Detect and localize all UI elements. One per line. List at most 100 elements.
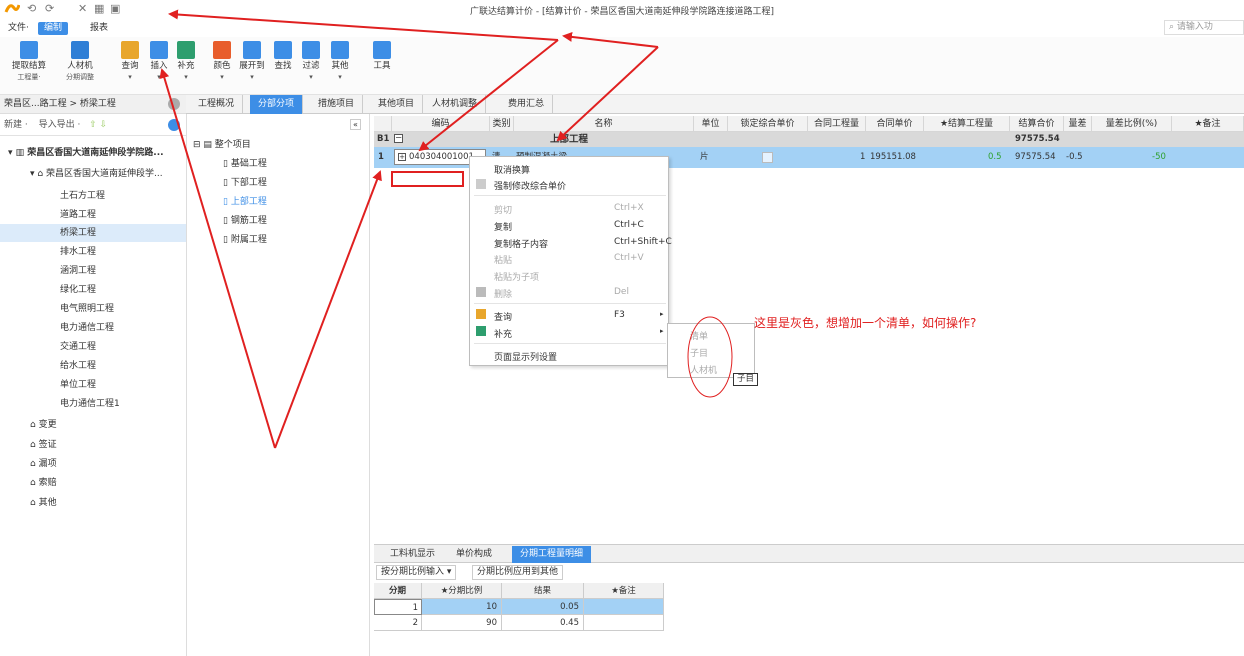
tab-measures[interactable]: 措施项目 (310, 95, 364, 114)
submenu-item-material[interactable]: 人材机 (690, 363, 717, 376)
filter-button[interactable]: 过滤 ▾ (299, 39, 323, 83)
tree-item[interactable]: 给水工程 (60, 357, 96, 375)
menu-tab-report[interactable]: 报表 (84, 22, 114, 35)
expand-to-button[interactable]: 展开到 ▾ (237, 39, 267, 83)
tree-extra-visa[interactable]: ⌂ 签证 (30, 436, 57, 454)
tree-item-selected[interactable]: 桥梁工程 (0, 224, 186, 242)
tree-item[interactable]: 排水工程 (60, 243, 96, 261)
insert-button[interactable]: 插入 ▾ (147, 39, 171, 83)
settings-icon[interactable] (168, 119, 180, 131)
table-row-section[interactable]: B1 − 上部工程 97575.54 (374, 132, 1244, 147)
tab-summary[interactable]: 费用汇总 (500, 95, 554, 114)
find-button[interactable]: 查找 (271, 39, 295, 72)
tree-extra-missing[interactable]: ⌂ 漏项 (30, 455, 57, 473)
material-adjust-button[interactable]: 人材机 分期调整 (60, 39, 100, 83)
header-diff-pct[interactable]: 量差比例(%) (1092, 116, 1172, 132)
header-contract-qty[interactable]: 合同工程量 (808, 116, 866, 132)
up-arrow-icon[interactable]: ⇧ ⇩ (89, 120, 107, 130)
tab-price-composition[interactable]: 单价构成 (448, 546, 500, 563)
tab-period-quantity[interactable]: 分期工程量明细 (512, 546, 592, 563)
menu-tab-edit[interactable]: 编制 (38, 22, 69, 35)
division-tree: « ⊟ ▤ 整个项目 ▯ 基础工程 ▯ 下部工程 ▯ 上部工程 ▯ 钢筋工程 ▯… (186, 114, 370, 656)
tree-item[interactable]: 电力通信工程 (60, 319, 114, 337)
period-cell[interactable]: 2 (374, 615, 422, 631)
tree-project[interactable]: ▾ ▥ 荣昌区香国大道南延伸段学院路... (8, 144, 164, 162)
tree-item[interactable]: 涵洞工程 (60, 262, 96, 280)
other-button[interactable]: 其他 ▾ (328, 39, 352, 83)
menu-item-delete[interactable]: 删除 (494, 287, 512, 300)
color-button[interactable]: 颜色 ▾ (210, 39, 234, 83)
tab-other[interactable]: 其他项目 (370, 95, 424, 114)
collapse-left-icon[interactable]: « (350, 119, 361, 130)
tree-unit[interactable]: ▾ ⌂ 荣昌区香国大道南延伸段学... (30, 165, 163, 183)
remark-cell[interactable] (584, 615, 664, 631)
extract-quantity-button[interactable]: 提取结算 工程量· (8, 39, 50, 83)
header-unit[interactable]: 单位 (694, 116, 728, 132)
tree-item[interactable]: 绿化工程 (60, 281, 96, 299)
tree-item[interactable]: 土石方工程 (60, 187, 105, 205)
division-node[interactable]: ▯ 钢筋工程 (223, 212, 267, 230)
tools-label: 工具 (373, 61, 391, 71)
breadcrumb: 荣昌区...路工程 > 桥梁工程 (0, 95, 186, 114)
supplement-button[interactable]: 补充 ▾ (174, 39, 198, 83)
collapse-row-icon[interactable]: − (394, 134, 403, 143)
header-contract-price[interactable]: 合同单价 (866, 116, 924, 132)
menu-tab-file[interactable]: 文件· (2, 22, 35, 35)
period-cell[interactable]: 1 (374, 599, 422, 615)
submenu-item-list[interactable]: 清单 (690, 329, 708, 342)
supplement-icon (177, 41, 195, 59)
tools-button[interactable]: 工具 (370, 39, 394, 72)
menu-item-copy[interactable]: 复制 (494, 220, 512, 233)
tree-item[interactable]: 单位工程 (60, 376, 96, 394)
division-node[interactable]: ▯ 下部工程 (223, 174, 267, 192)
query-button[interactable]: 查询 ▾ (118, 39, 142, 83)
tab-items[interactable]: 分部分项 (250, 95, 304, 114)
tab-overview[interactable]: 工程概况 (190, 95, 244, 114)
apply-ratio-button[interactable]: 分期比例应用到其他 (472, 565, 564, 580)
menu-item-paste[interactable]: 粘贴 (494, 253, 512, 266)
header-name[interactable]: 名称 (514, 116, 694, 132)
lock-checkbox[interactable] (762, 152, 773, 163)
menu-item-paste-child[interactable]: 粘贴为子项 (494, 270, 539, 283)
menu-item-cancel-conversion[interactable]: 取消换算 (494, 163, 530, 176)
search-input[interactable]: ⌕ 请输入功 (1164, 20, 1244, 35)
tree-item[interactable]: 电气照明工程 (60, 300, 114, 318)
tree-item[interactable]: 交通工程 (60, 338, 96, 356)
ratio-cell[interactable]: 10 (422, 599, 502, 615)
menu-item-query[interactable]: 查询 (494, 310, 512, 323)
division-root[interactable]: ⊟ ▤ 整个项目 (193, 136, 251, 154)
settle-qty-cell[interactable]: 0.5 (988, 150, 1002, 165)
header-diff[interactable]: 量差 (1064, 116, 1092, 132)
expand-row-icon[interactable]: + (398, 153, 406, 161)
ratio-cell[interactable]: 90 (422, 615, 502, 631)
remark-cell[interactable] (584, 599, 664, 615)
header-settle-total[interactable]: 结算合价 (1010, 116, 1064, 132)
header-lock-price[interactable]: 锁定综合单价 (728, 116, 808, 132)
header-type[interactable]: 类别 (490, 116, 514, 132)
collapse-icon[interactable] (168, 98, 180, 110)
new-button[interactable]: 新建 · (4, 120, 28, 130)
header-code[interactable]: 编码 (392, 116, 490, 132)
tree-item[interactable]: 电力通信工程1 (60, 395, 120, 413)
menu-item-supplement[interactable]: 补充 (494, 327, 512, 340)
submenu-item-subitem[interactable]: 子目 (690, 346, 708, 359)
division-node-selected[interactable]: ▯ 上部工程 (223, 193, 267, 211)
tree-extra-claim[interactable]: ⌂ 索赔 (30, 474, 57, 492)
menu-item-copy-cell[interactable]: 复制格子内容 (494, 237, 548, 250)
tab-material-display[interactable]: 工料机显示 (382, 546, 443, 563)
division-node[interactable]: ▯ 基础工程 (223, 155, 267, 173)
import-export-button[interactable]: 导入导出 · (39, 120, 81, 130)
tree-extra-other[interactable]: ⌂ 其他 (30, 494, 57, 512)
tab-material[interactable]: 人材机调整 (424, 95, 487, 114)
tree-extra-change[interactable]: ⌂ 变更 (30, 416, 57, 434)
tree-item[interactable]: 道路工程 (60, 206, 96, 224)
annotation-box (391, 171, 464, 187)
menu-item-force-price[interactable]: 强制修改综合单价 (494, 179, 566, 192)
division-node[interactable]: ▯ 附属工程 (223, 231, 267, 249)
menu-item-column-settings[interactable]: 页面显示列设置 (494, 350, 557, 363)
mode-select[interactable]: 按分期比例输入 ▾ (376, 565, 457, 580)
header-settle-qty[interactable]: ★结算工程量 (924, 116, 1010, 132)
header-remark[interactable]: ★备注 (1172, 116, 1244, 132)
tools-icon (373, 41, 391, 59)
menu-item-cut[interactable]: 剪切 (494, 203, 512, 216)
